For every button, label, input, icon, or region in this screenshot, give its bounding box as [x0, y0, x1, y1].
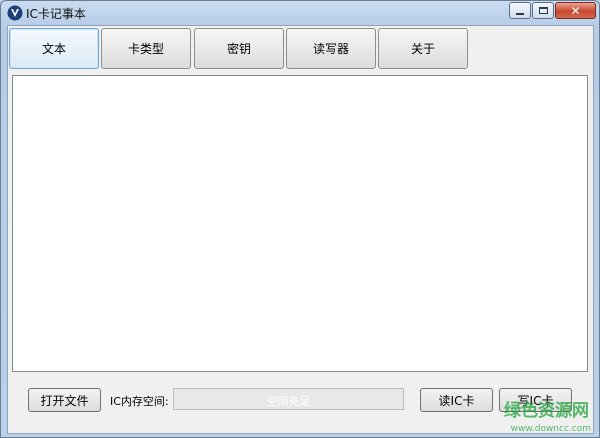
- app-window: IC卡记事本 ✕ 文本 卡类型 密钥 读写器 关于 打开文件 IC内存空间: 空…: [0, 0, 600, 438]
- app-logo-icon: [7, 5, 23, 21]
- client-area: 文本 卡类型 密钥 读写器 关于 打开文件 IC内存空间: 空间充足 读IC卡 …: [7, 25, 594, 434]
- memory-status: 空间充足: [266, 395, 311, 408]
- open-file-button[interactable]: 打开文件: [28, 388, 101, 412]
- minimize-button[interactable]: [509, 2, 531, 19]
- tab-text[interactable]: 文本: [9, 28, 99, 69]
- tab-key[interactable]: 密钥: [194, 28, 284, 69]
- memory-label: IC内存空间:: [110, 395, 169, 408]
- tab-about[interactable]: 关于: [378, 28, 468, 69]
- tab-card-type[interactable]: 卡类型: [101, 28, 191, 69]
- memory-progress-bar: 空间充足: [173, 388, 404, 410]
- close-button[interactable]: ✕: [555, 2, 596, 19]
- close-icon: ✕: [570, 3, 581, 18]
- window-title: IC卡记事本: [26, 7, 86, 21]
- read-card-button[interactable]: 读IC卡: [420, 388, 493, 412]
- text-editor[interactable]: [12, 75, 588, 372]
- write-card-button[interactable]: 写IC卡: [499, 388, 572, 412]
- minimize-icon: [516, 12, 524, 15]
- tab-bar: 文本 卡类型 密钥 读写器 关于: [8, 26, 593, 72]
- maximize-icon: [538, 7, 548, 14]
- footer-bar: 打开文件 IC内存空间: 空间充足 读IC卡 写IC卡: [8, 378, 593, 433]
- tab-reader[interactable]: 读写器: [286, 28, 376, 69]
- maximize-button[interactable]: [532, 2, 554, 19]
- title-bar[interactable]: IC卡记事本 ✕: [1, 1, 599, 25]
